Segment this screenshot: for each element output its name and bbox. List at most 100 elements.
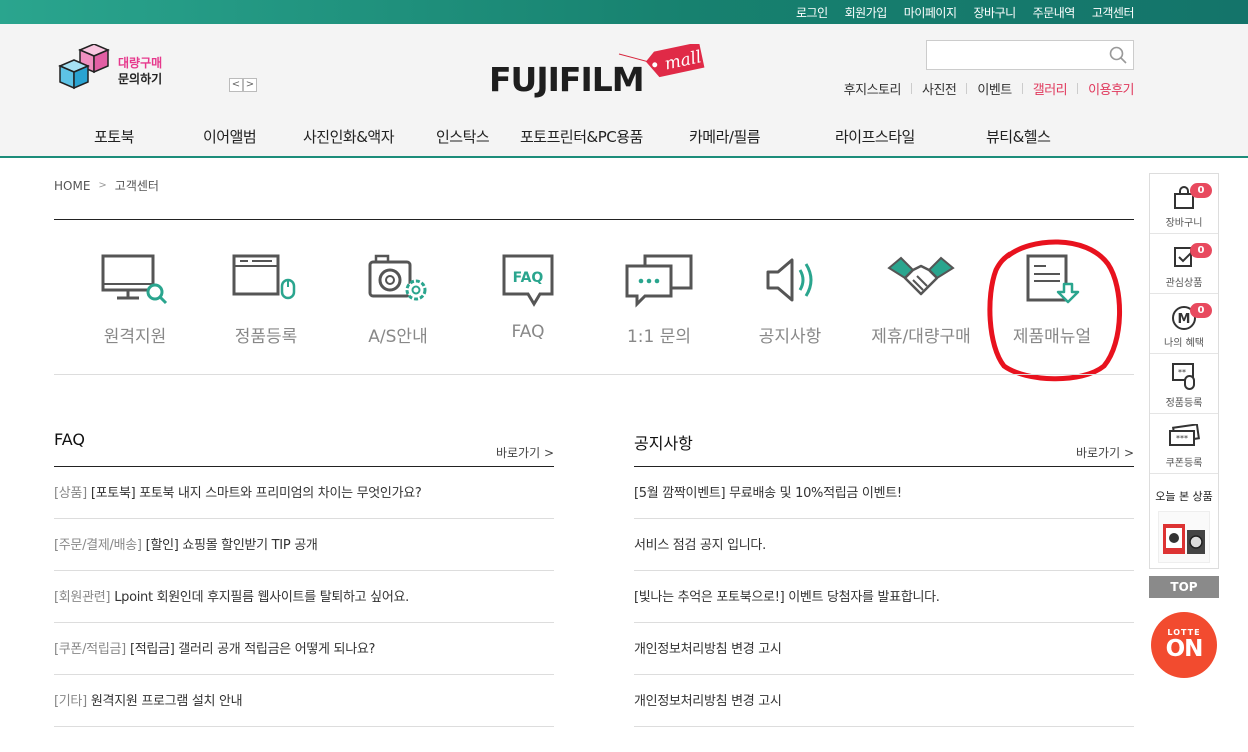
nav-lifestyle[interactable]: 라이프스타일 [835,126,915,147]
event-link[interactable]: 이벤트 [977,79,1012,98]
divider [1021,83,1023,94]
breadcrumb-home[interactable]: HOME [54,179,90,193]
nav-print-frame[interactable]: 사진인화&액자 [303,126,395,147]
lotte-on-button[interactable]: LOTTE ON [1151,612,1217,678]
nav-ear-album[interactable]: 이어앨범 [203,126,257,147]
service-one-on-one[interactable]: 1:1 문의 [594,250,724,350]
breadcrumb: HOME > 고객센터 [54,177,159,194]
login-link[interactable]: 로그인 [796,4,828,21]
camera-product-image [1163,524,1205,554]
review-link[interactable]: 이용후기 [1088,79,1134,98]
quick-benefits[interactable]: M 0 나의 혜택 [1150,294,1218,354]
divider [1077,83,1079,94]
notice-more-link[interactable]: 바로가기 > [1076,444,1134,461]
cart-link[interactable]: 장바구니 [973,4,1016,21]
faq-title: FAQ [54,430,85,449]
faq-more-link[interactable]: 바로가기 > [496,444,554,461]
service-label: 제휴/대량구매 [871,327,971,347]
recent-product-thumbnail[interactable] [1158,511,1210,563]
faq-row[interactable]: [쿠폰/적립금] [적립금] 갤러리 공개 적립금은 어떻게 되나요? [54,623,554,675]
notice-row[interactable]: [빛나는 추억은 포토북으로!] 이벤트 당첨자를 발표합니다. [634,571,1134,623]
recent-products-title: 오늘 본 상품 [1155,490,1213,503]
service-as-guide[interactable]: A/S안내 [333,250,463,350]
faq-row[interactable]: [기타] 원격지원 프로그램 설치 안내 [54,675,554,727]
notice-row[interactable]: 개인정보처리방침 변경 고시 [634,675,1134,727]
nav-photo-printer[interactable]: 포토프린터&PC용품 [520,126,643,147]
bulk-inquiry-banner[interactable]: 대량구매 문의하기 [58,44,178,94]
faq-bubble-icon: FAQ [502,254,554,307]
fujifilm-mall-logo[interactable]: FUJIFILM mall [489,44,705,104]
quick-cart[interactable]: 0 장바구니 [1150,174,1218,234]
faq-row[interactable]: [회원관련] Lpoint 회원인데 후지필름 웹사이트를 탈퇴하고 싶어요. [54,571,554,623]
svg-text:**: ** [1178,368,1186,377]
orders-link[interactable]: 주문내역 [1033,4,1076,21]
breadcrumb-current: 고객센터 [114,179,159,193]
faq-question: Lpoint 회원인데 후지필름 웹사이트를 탈퇴하고 싶어요. [114,590,409,605]
divider [910,83,912,94]
service-notice[interactable]: 공지사항 [725,250,855,350]
divider [966,83,968,94]
search-input[interactable] [927,41,1107,69]
service-faq[interactable]: FAQ FAQ [463,250,593,350]
site-header: 대량구매 문의하기 < > FUJIFILM mall 후지스토리 사진전 이벤… [0,24,1248,158]
nav-camera-film[interactable]: 카메라/필름 [689,126,761,147]
faq-category: [회원관련] [54,590,111,605]
svg-text:***: *** [1176,434,1188,443]
faq-question: [포토북] 포토북 내지 스마트와 프리미엄의 차이는 무엇인가요? [90,486,422,501]
next-arrow-button[interactable]: > [243,78,257,92]
notice-board: 공지사항 바로가기 > [5월 깜짝이벤트] 무료배송 및 10%적립금 이벤트… [634,430,1134,727]
camera-gear-icon [368,254,427,301]
manual-download-icon [1026,254,1080,304]
prev-arrow-button[interactable]: < [229,78,243,92]
registration-card-icon: ** [1172,363,1195,390]
header-sublinks: 후지스토리 사진전 이벤트 갤러리 이용후기 [844,79,1134,98]
quick-label: 관심상품 [1165,278,1203,289]
faq-board: FAQ 바로가기 > [상품] [포토북] 포토북 내지 스마트와 프리미엄의 차… [54,430,554,727]
quick-label: 나의 혜택 [1164,338,1204,349]
service-product-manual[interactable]: 제품매뉴얼 [987,250,1117,350]
search-box [926,40,1134,70]
service-remote-support[interactable]: 원격지원 [70,250,200,350]
notice-row[interactable]: 서비스 점검 공지 입니다. [634,519,1134,571]
mall-tag-icon: mall [618,44,705,78]
svg-text:M: M [1178,312,1191,327]
gallery-link[interactable]: 갤러리 [1033,79,1068,98]
service-label: 제품매뉴얼 [1012,327,1092,347]
breadcrumb-separator: > [98,180,107,191]
banner-arrows: < > [229,78,257,92]
notice-row[interactable]: 개인정보처리방침 변경 고시 [634,623,1134,675]
mypage-link[interactable]: 마이페이지 [904,4,957,21]
nav-instax[interactable]: 인스탁스 [436,126,490,147]
main-navigation: 포토북 이어앨범 사진인화&액자 인스탁스 포토프린터&PC용품 카메라/필름 … [0,122,1248,150]
nav-photobook[interactable]: 포토북 [94,126,134,147]
join-link[interactable]: 회원가입 [845,4,888,21]
fuji-story-link[interactable]: 후지스토리 [844,79,902,98]
faq-category: [쿠폰/적립금] [54,642,126,657]
search-icon[interactable] [1109,46,1127,64]
faq-category: [상품] [54,486,87,501]
lotte-on-label: ON [1165,636,1204,662]
service-product-registration[interactable]: 정품등록 [201,250,331,350]
quick-label: 정품등록 [1165,398,1203,409]
faq-row[interactable]: [상품] [포토북] 포토북 내지 스마트와 프리미엄의 차이는 무엇인가요? [54,467,554,519]
bulk-label-1: 대량구매 [118,56,163,70]
service-partnership[interactable]: 제휴/대량구매 [856,250,986,350]
faq-row[interactable]: [주문/결제/배송] [할인] 쇼핑몰 할인받기 TIP 공개 [54,519,554,571]
cart-count-badge: 0 [1190,183,1212,198]
photo-exhibit-link[interactable]: 사진전 [922,79,957,98]
service-label: A/S안내 [368,327,428,347]
quick-wishlist[interactable]: 0 관심상품 [1150,234,1218,294]
customer-center-link[interactable]: 고객센터 [1092,4,1135,21]
quick-product-registration[interactable]: ** 정품등록 [1150,354,1218,414]
divider [54,374,1134,375]
notice-title: 공지사항 [634,434,693,453]
quick-coupon[interactable]: *** 쿠폰등록 [1150,414,1218,474]
faq-category: [주문/결제/배송] [54,538,142,553]
notice-row[interactable]: [5월 깜짝이벤트] 무료배송 및 10%적립금 이벤트! [634,467,1134,519]
benefit-count-badge: 0 [1190,303,1212,318]
nav-beauty-health[interactable]: 뷰티&헬스 [986,126,1051,147]
handshake-icon [887,256,955,296]
faq-question: [할인] 쇼핑몰 할인받기 TIP 공개 [145,538,318,553]
quick-menu: 0 장바구니 0 관심상품 M 0 나의 혜택 ** 정품등록 *** 쿠폰등록 [1149,173,1219,569]
scroll-top-button[interactable]: TOP [1149,576,1219,598]
